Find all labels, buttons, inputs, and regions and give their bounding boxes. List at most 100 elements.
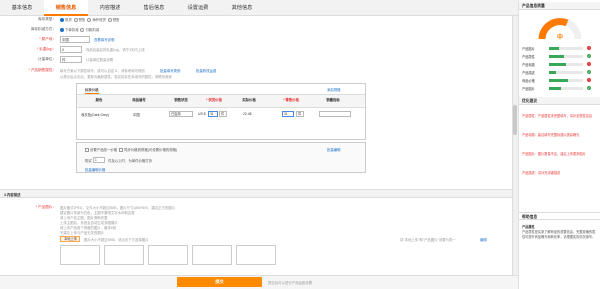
radio-icon[interactable] xyxy=(60,18,64,23)
metric-label: 产品属性 xyxy=(522,55,535,59)
pic-label: * 产品图片： xyxy=(35,205,56,209)
stock-type-label: 库存类型： xyxy=(38,17,56,21)
pic-hint-5: 不建议上传与产品无关的图片 xyxy=(60,231,105,235)
upload-button[interactable]: 本地上传 xyxy=(60,236,80,242)
image-slot[interactable] xyxy=(236,245,276,265)
cell-color: 深灰色(Dark Grey) xyxy=(81,113,109,117)
reduce-label: 库存扣减方式： xyxy=(30,27,56,31)
weight-label: * 毛重(kg)： xyxy=(36,47,56,51)
tab-other[interactable]: 其他信息 xyxy=(220,0,264,16)
submit-note: 提交后可以进行产品运费设置 xyxy=(268,281,313,285)
th-sales-target: 销量指标 xyxy=(326,98,340,102)
qty-pre: 购买 xyxy=(85,159,92,163)
suggest-title: 优化建议 xyxy=(519,97,600,105)
warning-icon: ! xyxy=(587,62,591,66)
metric-label: 产品图片 xyxy=(522,87,535,91)
retail-price-input[interactable]: 31 xyxy=(282,111,294,117)
weight-input[interactable]: 0 xyxy=(60,46,82,53)
image-slot[interactable] xyxy=(148,245,188,265)
metric-bar-fill xyxy=(549,87,561,90)
table-tab[interactable]: 标准价格 xyxy=(85,87,99,94)
suggest-item: 产品图片：图片数量不足，建议上传更多图片 xyxy=(522,152,586,156)
radio-icon[interactable] xyxy=(80,28,85,33)
help-text: 产品属性是买家了解商品的重要信息，完整准确的属性可提升商品曝光和转化率，请根据实… xyxy=(522,230,596,239)
attr-link-rules[interactable]: 批量填写规则 xyxy=(160,68,180,73)
origin-select[interactable]: 中国 xyxy=(60,36,90,43)
scrollbar-thumb[interactable] xyxy=(513,105,517,135)
stock-type-options: 现货 预售 海外现货 预售 xyxy=(60,17,120,23)
metric-label: 产品图片 xyxy=(522,47,535,51)
attr-hint-2: 以提示后点击后，更新为最新属性。若实际存在未填写的属性，请联系卖家 xyxy=(60,75,172,79)
attr-link-shipping[interactable]: 批量修改运费 xyxy=(196,68,216,73)
right-hint: 将"本地上传"和"产品图片"设置为同一 xyxy=(400,238,456,242)
stock-settings: 设置产品统一价格 同步价格到规格(可设置价格的规格) 批量编辑 购买 1 件及以… xyxy=(76,142,366,173)
tab-shipping[interactable]: 设置运费 xyxy=(176,0,220,16)
image-slot[interactable] xyxy=(192,245,232,265)
attr-hint-1: 填写方案以下属性填写，或可以自定义，请参考填写规则 xyxy=(60,69,145,73)
cell-code: 中国 xyxy=(133,113,140,117)
unified-price-checkbox[interactable]: 设置产品统一价格 同步价格到规格(可设置价格的规格) xyxy=(85,147,177,153)
price-table: 标准价格 添加规格 颜色 商品编号 销售状态 * 供货价格 实际价格 * 零售价… xyxy=(76,83,366,140)
origin-label: * 原产地： xyxy=(39,37,56,41)
metric-bar-fill xyxy=(549,55,565,58)
upload-hint: 图片大小不超过5MB，请点击下方选择图片 xyxy=(84,238,149,242)
radio-icon[interactable] xyxy=(107,18,112,23)
sales-target-input[interactable] xyxy=(319,111,351,117)
content-section-header: 3.内容描述 xyxy=(0,189,518,198)
th-supply-price: * 供货价格 xyxy=(206,98,222,102)
retail-price-unit[interactable]: 件 xyxy=(296,111,304,117)
qty-hint: 件及以上时，为单件价格打折 xyxy=(108,159,153,163)
help-title: 帮助信息 xyxy=(519,212,600,220)
th-real-price: 实际价格 xyxy=(242,98,256,102)
section-title: 3.内容描述 xyxy=(4,193,21,197)
unit-label: 计量单位： xyxy=(38,57,56,61)
origin-help-link[interactable]: 查看填写说明 xyxy=(94,37,114,42)
tab-content[interactable]: 内容描述 xyxy=(88,0,132,16)
tab-sales-info[interactable]: 销售信息 xyxy=(44,0,88,16)
help-subtitle: 产品属性 xyxy=(522,225,535,229)
suggest-item: 产品属性：产品属性未完整填写，请补全属性信息 xyxy=(522,114,593,118)
status-select[interactable]: 已启用 xyxy=(169,111,193,117)
add-spec-link[interactable]: 添加规格 xyxy=(327,87,341,92)
check-icon: ✓ xyxy=(587,54,591,58)
image-slot[interactable] xyxy=(104,245,144,265)
check-icon: ✓ xyxy=(587,86,591,90)
weight-hint: 商品包装后的毛重(kg)，请于3天内上线 xyxy=(86,48,145,52)
unit-hint: 计量单位数量设置 xyxy=(86,58,114,62)
unit-select[interactable]: 件 xyxy=(60,56,82,63)
reduce-options: 下单扣减 付款扣减 xyxy=(60,27,99,33)
metric-bar-fill xyxy=(549,79,568,82)
metric-label: 产品描述 xyxy=(522,71,535,75)
warning-icon: ! xyxy=(587,78,591,82)
price-prefix: US $ xyxy=(198,112,206,116)
metric-label: 商品价格 xyxy=(522,79,535,83)
th-code: 商品编号 xyxy=(132,98,146,102)
warning-icon: ! xyxy=(587,46,591,50)
supply-price-unit[interactable]: 件 xyxy=(219,111,227,117)
batch-edit-link[interactable]: 批量编辑 xyxy=(327,147,341,152)
radio-icon[interactable] xyxy=(87,18,92,23)
quality-side-panel: 产品信息质量 中 产品图片! 产品属性 ✓ 产品标题! 产品描述 ✓ 商品价格! 产品图片 ✓ … xyxy=(518,0,600,289)
radio-icon[interactable] xyxy=(60,28,64,33)
side-title: 产品信息质量 xyxy=(519,2,600,10)
metric-bar-fill xyxy=(549,47,560,50)
tab-after-sales[interactable]: 售后信息 xyxy=(132,0,176,16)
checkbox-icon[interactable] xyxy=(85,148,89,153)
tab-bar: 基本信息 销售信息 内容描述 售后信息 设置运费 其他信息 xyxy=(0,0,518,16)
suggest-item: 产品标题：建议填写完整标题以提高曝光 xyxy=(522,133,580,137)
radio-icon[interactable] xyxy=(73,18,78,23)
tab-basic-info[interactable]: 基本信息 xyxy=(0,0,44,16)
metric-bar-fill xyxy=(549,63,566,66)
cell-real-price: 22.48 xyxy=(243,112,252,116)
qty-input[interactable]: 1 xyxy=(93,157,105,163)
metric-bar-fill xyxy=(549,71,556,74)
check-icon: ✓ xyxy=(587,70,591,74)
supply-price-input[interactable]: 31 xyxy=(208,111,218,117)
checkbox-icon[interactable] xyxy=(119,148,124,153)
right-edit-link[interactable]: 编辑 xyxy=(480,237,487,242)
image-slot[interactable] xyxy=(60,245,100,265)
metric-label: 产品标题 xyxy=(522,63,535,67)
batch-price-link[interactable]: 批量编辑价格 xyxy=(85,167,105,172)
submit-button[interactable]: 提交 xyxy=(177,277,262,287)
th-color: 颜色 xyxy=(95,98,103,102)
